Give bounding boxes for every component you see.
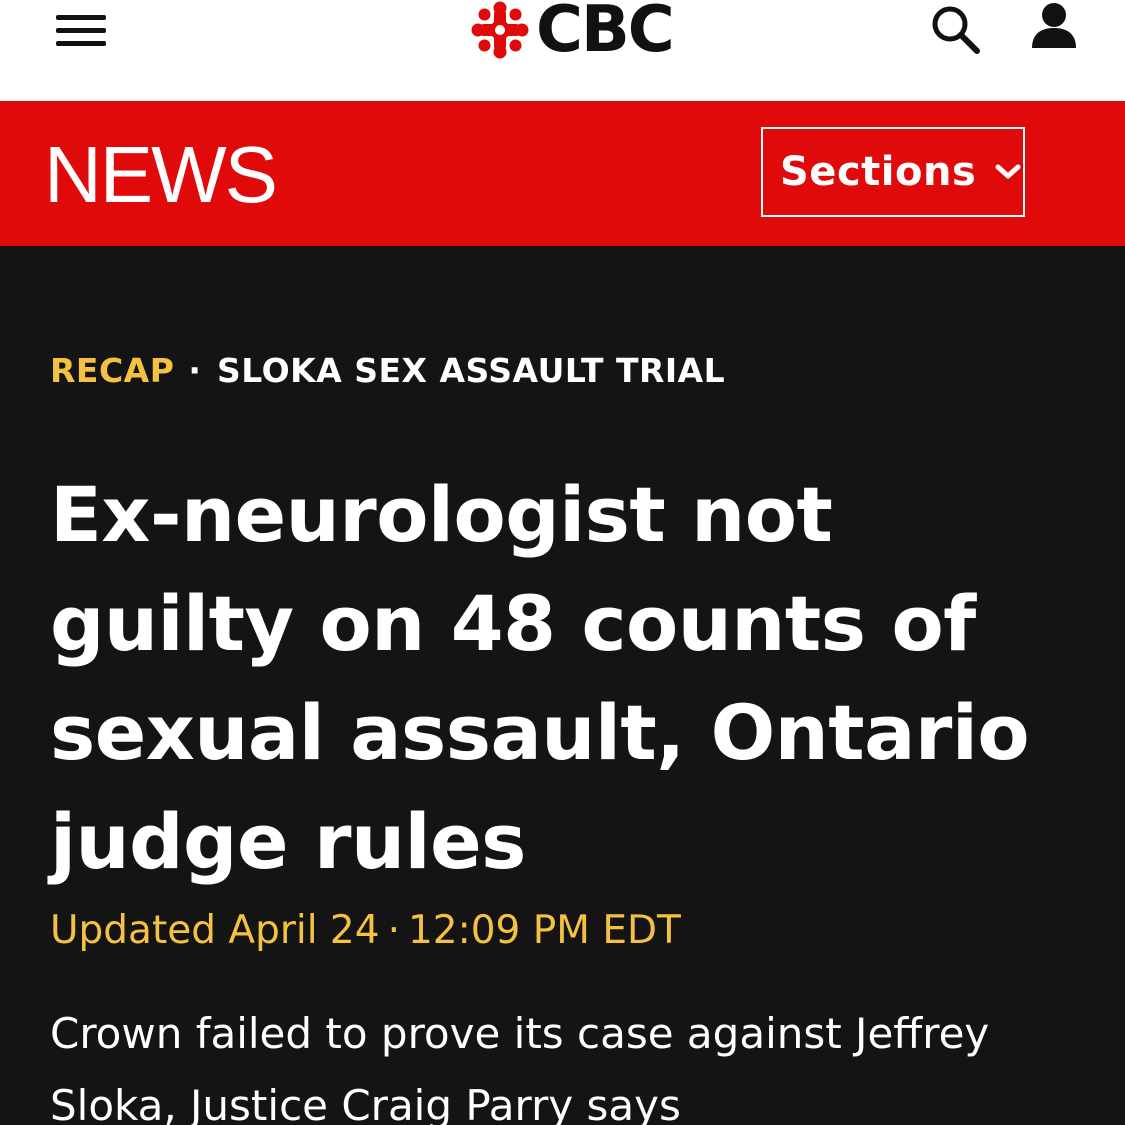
updated-time: 12:09 PM EDT <box>407 908 681 953</box>
article-timestamp: Updated April 24 · 12:09 PM EDT <box>50 908 681 954</box>
cbc-logo[interactable]: CBC <box>470 0 675 67</box>
news-title[interactable]: NEWS <box>44 131 278 219</box>
logo-text: CBC <box>536 0 675 67</box>
top-header: CBC <box>0 0 1125 100</box>
article-header: RECAP · SLOKA SEX ASSAULT TRIAL Ex-neurolo… <box>0 246 1125 1125</box>
chevron-down-icon <box>995 164 1021 179</box>
page: CBC NEWS Sections RECAP · SLOKA SEX ASSA… <box>0 0 1125 1125</box>
news-section-bar: NEWS Sections <box>0 101 1125 246</box>
article-headline: Ex-neurologist not guilty on 48 counts o… <box>50 470 1030 886</box>
cbc-gem-icon <box>471 1 529 59</box>
kicker-label[interactable]: RECAP <box>50 351 174 390</box>
article-kicker: RECAP · SLOKA SEX ASSAULT TRIAL <box>50 351 725 391</box>
kicker-topic[interactable]: SLOKA SEX ASSAULT TRIAL <box>217 351 725 390</box>
sections-label: Sections <box>780 149 977 195</box>
article-dek: Crown failed to prove its case against J… <box>50 1009 990 1125</box>
timestamp-separator: · <box>387 908 400 953</box>
hamburger-menu-icon[interactable] <box>52 6 110 50</box>
kicker-separator: · <box>188 351 201 390</box>
sections-button[interactable]: Sections <box>761 127 1025 217</box>
search-icon[interactable] <box>928 2 984 58</box>
account-icon[interactable] <box>1026 0 1082 56</box>
updated-label: Updated April 24 <box>50 908 380 953</box>
